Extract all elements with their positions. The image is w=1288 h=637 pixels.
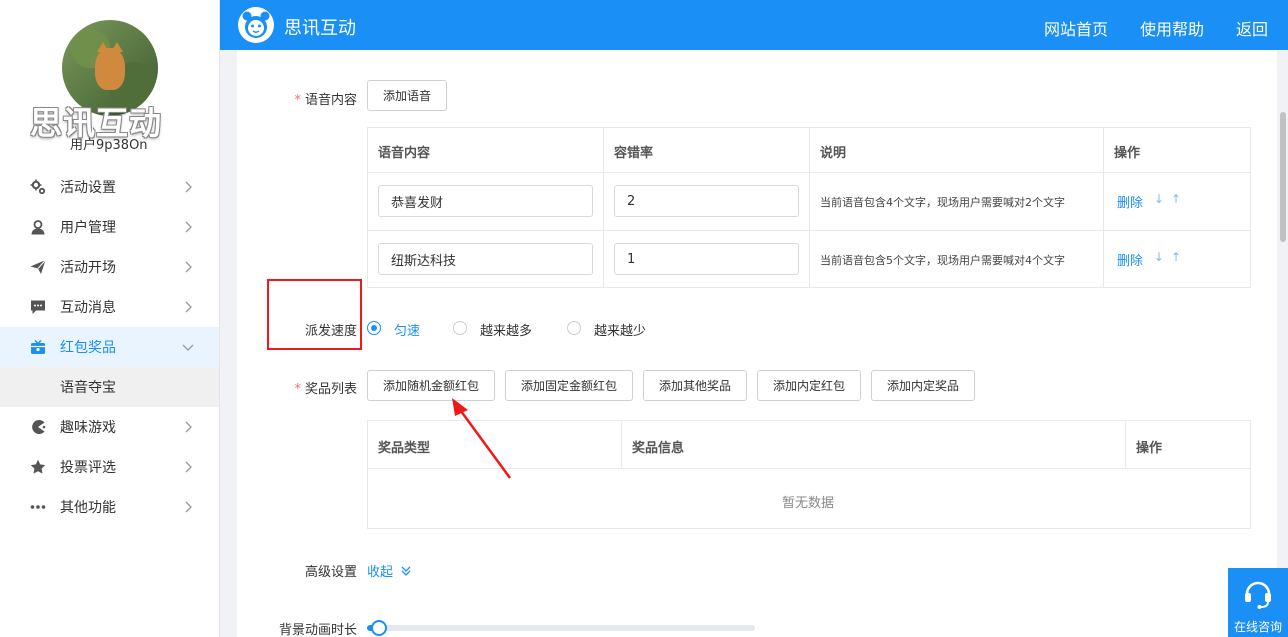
gift-icon	[30, 339, 46, 355]
pacman-icon	[30, 419, 46, 435]
voice-description: 当前语音包含4个文字，现场用户需要喊对2个文字	[820, 196, 1065, 209]
collapse-toggle[interactable]: 收起	[367, 561, 412, 580]
sidebar-item-label: 趣味游戏	[60, 420, 116, 436]
speed-radio-uniform[interactable]	[367, 321, 381, 335]
chevron-right-icon	[185, 421, 192, 433]
sidebar-item-label: 用户管理	[60, 220, 116, 236]
username: 用户9p38On	[70, 138, 148, 153]
chevron-down-icon	[182, 344, 194, 351]
online-consult-button[interactable]: 在线咨询	[1228, 568, 1288, 637]
nav-home-link[interactable]: 网站首页	[1044, 16, 1108, 40]
sidebar-menu: 活动设置 用户管理 活动开场 互动消息 红包奖品 语音夺宝 趣味游戏 投票评选 …	[0, 167, 219, 527]
bg-animation-duration-label: 背景动画时长	[278, 623, 357, 637]
header-nav: 网站首页 使用帮助 返回	[1044, 16, 1268, 40]
tolerance-input[interactable]: 1	[614, 243, 799, 275]
speed-radio-increasing[interactable]	[453, 321, 467, 335]
paper-plane-icon	[30, 259, 46, 275]
truncated-hint-text	[367, 50, 507, 57]
sidebar-item-label: 投票评选	[60, 460, 116, 476]
consult-label: 在线咨询	[1233, 620, 1282, 634]
sidebar-item-label: 活动设置	[60, 180, 116, 196]
main-content: * 语音内容 添加语音 语音内容 容错率 说明 操作 恭喜发财 2 当前语音包含4…	[237, 50, 1277, 637]
submenu-item-label: 语音夺宝	[60, 380, 116, 396]
col-description: 说明	[820, 146, 847, 161]
annotation-arrow-icon	[452, 398, 512, 479]
col-voice-content: 语音内容	[378, 146, 431, 161]
sidebar-item-red-packet-prizes[interactable]: 红包奖品	[0, 327, 219, 367]
user-icon	[30, 219, 46, 235]
sidebar-item-activity-settings[interactable]: 活动设置	[0, 167, 219, 207]
slider-handle[interactable]	[371, 620, 387, 636]
sidebar-item-user-management[interactable]: 用户管理	[0, 207, 219, 247]
speed-option-label[interactable]: 匀速	[394, 320, 420, 339]
col-operation: 操作	[1114, 146, 1141, 161]
chevron-right-icon	[185, 461, 192, 473]
sidebar-item-label: 其他功能	[60, 500, 116, 516]
voice-content-label: * 语音内容	[294, 93, 357, 108]
vertical-scrollbar[interactable]	[1280, 112, 1286, 242]
submenu-item-voice-treasure[interactable]: 语音夺宝	[0, 367, 219, 407]
move-down-arrow-icon[interactable]: ↓	[1154, 192, 1164, 206]
nav-back-link[interactable]: 返回	[1236, 16, 1268, 40]
sidebar-item-interactive-messages[interactable]: 互动消息	[0, 287, 219, 327]
chat-icon	[30, 299, 46, 315]
header-title: 思讯互动	[284, 18, 356, 39]
move-down-arrow-icon[interactable]: ↓	[1154, 250, 1164, 264]
highlight-box-annotation	[267, 279, 362, 350]
sidebar-item-fun-games[interactable]: 趣味游戏	[0, 407, 219, 447]
chevron-right-icon	[185, 181, 192, 193]
chevron-right-icon	[185, 501, 192, 513]
sidebar-item-other-functions[interactable]: 其他功能	[0, 487, 219, 527]
speed-option-label[interactable]: 越来越少	[594, 320, 646, 339]
top-header: 思讯互动 网站首页 使用帮助 返回	[220, 0, 1288, 50]
add-preset-red-packet-button[interactable]: 添加内定红包	[757, 370, 861, 401]
sidebar-item-voting[interactable]: 投票评选	[0, 447, 219, 487]
move-up-arrow-icon[interactable]: ↑	[1171, 250, 1181, 264]
add-voice-button[interactable]: 添加语音	[367, 80, 447, 111]
double-chevron-down-icon	[401, 566, 411, 576]
sidebar-item-label: 活动开场	[60, 260, 116, 276]
more-icon	[30, 499, 46, 515]
speed-radio-decreasing[interactable]	[567, 321, 581, 335]
delete-link[interactable]: 删除	[1117, 192, 1143, 211]
add-fixed-red-packet-button[interactable]: 添加固定金额红包	[505, 370, 633, 401]
speed-option-label[interactable]: 越来越多	[480, 320, 532, 339]
nav-help-link[interactable]: 使用帮助	[1140, 16, 1204, 40]
col-prize-info: 奖品信息	[632, 441, 685, 456]
tolerance-input[interactable]: 2	[614, 185, 799, 217]
add-preset-prize-button[interactable]: 添加内定奖品	[871, 370, 975, 401]
prize-list-label: * 奖品列表	[294, 382, 357, 397]
col-prize-operation: 操作	[1136, 441, 1163, 456]
col-tolerance: 容错率	[614, 146, 654, 161]
voice-content-input[interactable]: 恭喜发财	[378, 185, 593, 217]
brand-logo-icon[interactable]	[238, 7, 274, 43]
col-prize-type: 奖品类型	[378, 441, 431, 456]
slider-track[interactable]	[367, 625, 755, 631]
gears-icon	[30, 179, 46, 195]
sidebar-item-label: 互动消息	[60, 300, 116, 316]
chevron-right-icon	[185, 261, 192, 273]
move-up-arrow-icon[interactable]: ↑	[1171, 192, 1181, 206]
voice-description: 当前语音包含5个文字，现场用户需要喊对4个文字	[820, 254, 1065, 267]
delete-link[interactable]: 删除	[1117, 250, 1143, 269]
voice-table: 语音内容 容错率 说明 操作 恭喜发财 2 当前语音包含4个文字，现场用户需要喊…	[367, 127, 1251, 288]
add-other-prize-button[interactable]: 添加其他奖品	[643, 370, 747, 401]
advanced-settings-label: 高级设置	[304, 565, 357, 580]
empty-state-text: 暂无数据	[782, 496, 835, 511]
sidebar-item-activity-opening[interactable]: 活动开场	[0, 247, 219, 287]
chevron-right-icon	[185, 301, 192, 313]
sidebar: 思讯互动 用户9p38On 活动设置 用户管理 活动开场 互动消息 红包奖品 语…	[0, 0, 220, 637]
star-icon	[30, 459, 46, 475]
voice-content-input[interactable]: 纽斯达科技	[378, 243, 593, 275]
headset-icon	[1245, 581, 1271, 609]
chevron-right-icon	[185, 221, 192, 233]
sidebar-item-label: 红包奖品	[60, 340, 116, 356]
